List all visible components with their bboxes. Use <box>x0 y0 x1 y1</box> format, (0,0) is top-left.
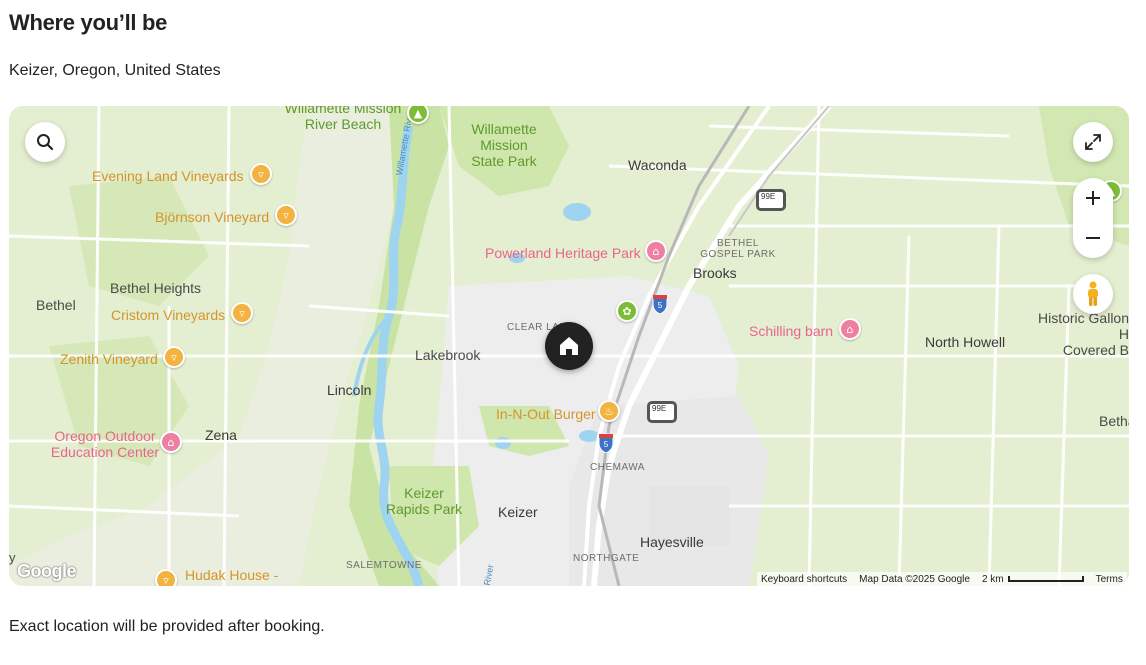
label-bethel-gospel-park: BETHEL GOSPEL PARK <box>700 238 776 260</box>
exact-location-note: Exact location will be provided after bo… <box>9 618 325 635</box>
garden-poi-icon[interactable]: ✿ <box>616 300 638 322</box>
label-zenith-vineyard: Zenith Vineyard <box>60 351 158 367</box>
minus-icon <box>1086 237 1100 239</box>
highway-99e-shield: 99E <box>647 401 677 423</box>
terms-link[interactable]: Terms <box>1096 574 1123 585</box>
i5-label-bottom: 5 <box>604 440 609 449</box>
fullscreen-button[interactable] <box>1073 122 1113 162</box>
map-attribution: Keyboard shortcuts Map Data ©2025 Google… <box>757 572 1127 586</box>
label-betha: Betha <box>1099 413 1129 429</box>
label-waconda: Waconda <box>628 157 687 173</box>
label-brooks: Brooks <box>693 265 737 281</box>
vineyard-poi-icon[interactable]: ▿ <box>275 204 297 226</box>
label-evening-land-vineyards: Evening Land Vineyards <box>92 168 244 184</box>
label-oregon-outdoor-education-center: Oregon Outdoor Education Center <box>50 428 160 460</box>
scale-indicator[interactable]: 2 km <box>982 574 1084 585</box>
street-view-button[interactable] <box>1073 274 1113 314</box>
scale-bar <box>1007 575 1084 582</box>
label-zena: Zena <box>205 427 237 443</box>
i5-label-top: 5 <box>658 301 663 310</box>
label-edge-fragment: y <box>9 550 16 565</box>
label-schilling-barn: Schilling barn <box>749 323 834 339</box>
label-keizer-rapids-park: Keizer Rapids Park <box>385 485 463 517</box>
label-historic-gallon-covered-bridge: Historic Gallon H Covered B <box>1037 310 1129 358</box>
home-marker[interactable] <box>545 322 593 370</box>
interstate-shield-icon: 5 <box>652 294 668 314</box>
label-powerland-heritage-park: Powerland Heritage Park <box>485 245 641 261</box>
fullscreen-icon <box>1085 134 1101 150</box>
interstate-shield-icon: 5 <box>598 433 614 453</box>
label-bethel-heights: Bethel Heights <box>110 280 202 296</box>
label-lakebrook: Lakebrook <box>415 347 481 363</box>
label-cristom-vineyards: Cristom Vineyards <box>111 307 226 323</box>
label-hudak-house: Hudak House - <box>185 567 279 583</box>
highway-99e-shield: 99E <box>756 189 786 211</box>
google-logo: Google <box>17 561 77 581</box>
plus-icon <box>1086 191 1100 205</box>
label-salemtowne: SALEMTOWNE <box>346 560 422 571</box>
vineyard-poi-icon[interactable]: ▿ <box>163 346 185 368</box>
label-hayesville: Hayesville <box>640 534 704 550</box>
label-lincoln: Lincoln <box>327 382 372 398</box>
vineyard-poi-icon[interactable]: ▿ <box>155 569 177 586</box>
attraction-poi-icon[interactable]: ⌂ <box>160 431 182 453</box>
keyboard-shortcuts-link[interactable]: Keyboard shortcuts <box>761 574 847 585</box>
home-icon <box>560 337 578 355</box>
vineyard-poi-icon[interactable]: ▿ <box>231 302 253 324</box>
map-data-text: Map Data ©2025 Google <box>859 573 970 585</box>
map-search-button[interactable] <box>25 122 65 162</box>
zoom-in-button[interactable] <box>1073 178 1113 218</box>
zoom-out-button[interactable] <box>1073 218 1113 258</box>
attraction-poi-icon[interactable]: ⌂ <box>839 318 861 340</box>
label-willamette-mission-river-beach: Willamette Mission River Beach <box>284 106 402 132</box>
restaurant-poi-icon[interactable]: ♨ <box>598 400 620 422</box>
map[interactable]: Willamette Mission River Beach Willamett… <box>9 106 1129 586</box>
attraction-poi-icon[interactable]: ⌂ <box>645 240 667 262</box>
search-icon <box>37 134 54 151</box>
label-keizer: Keizer <box>498 504 538 520</box>
vineyard-poi-icon[interactable]: ▿ <box>250 163 272 185</box>
label-in-n-out-burger: In-N-Out Burger <box>496 406 596 422</box>
label-bjornson-vineyard: Björnson Vineyard <box>155 209 270 225</box>
section-title: Where you’ll be <box>9 10 168 35</box>
label-northgate: NORTHGATE <box>573 553 640 564</box>
label-chemawa: CHEMAWA <box>590 462 645 473</box>
label-river-bottom: River <box>481 563 496 586</box>
pegman-icon <box>1088 281 1098 306</box>
label-bethel: Bethel <box>36 297 76 313</box>
label-north-howell: North Howell <box>925 334 1006 350</box>
zoom-controls <box>1073 178 1113 258</box>
location-text: Keizer, Oregon, United States <box>9 62 221 79</box>
label-willamette-mission-state-park: Willamette Mission State Park <box>471 121 537 169</box>
